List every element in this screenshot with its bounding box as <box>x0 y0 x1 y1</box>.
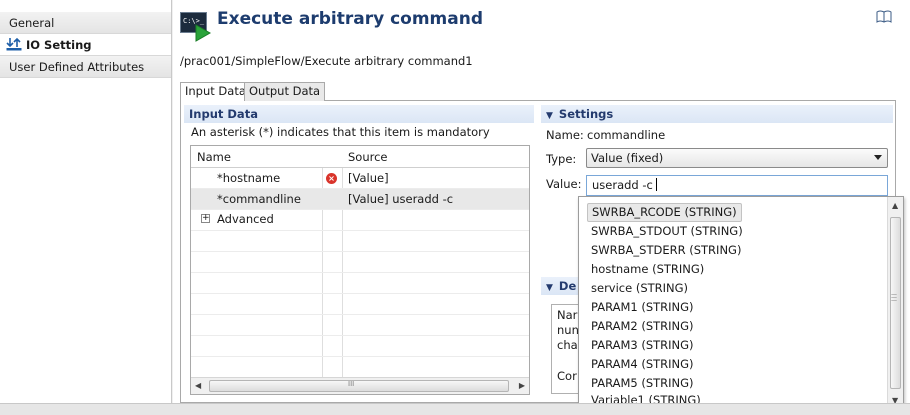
description-header[interactable]: ▼ De <box>541 277 581 295</box>
row-divider <box>191 293 529 294</box>
tab-bar: Input Data Output Data <box>180 82 896 102</box>
collapse-triangle-icon[interactable]: ▼ <box>546 283 553 293</box>
autocomplete-option[interactable]: SWRBA_STDOUT (STRING) <box>587 222 747 241</box>
io-setting-icon <box>6 36 22 51</box>
type-select[interactable]: Value (fixed) <box>586 148 888 168</box>
row-divider <box>191 314 529 315</box>
autocomplete-option[interactable]: PARAM4 (STRING) <box>587 355 698 374</box>
nav-item-label: General <box>9 16 55 30</box>
description-box: Nar nun cha Cor <box>551 304 581 394</box>
page-title: Execute arbitrary command <box>217 9 484 29</box>
autocomplete-option[interactable]: SWRBA_STDERR (STRING) <box>587 241 745 260</box>
row-name: *commandline <box>217 192 301 206</box>
tab-output-data[interactable]: Output Data <box>244 82 326 101</box>
command-prompt-icon: C:\>_ <box>180 12 212 42</box>
left-nav: General IO Setting User Defined Attribut… <box>0 0 172 403</box>
collapse-triangle-icon[interactable]: ▼ <box>546 111 553 121</box>
autocomplete-option[interactable]: PARAM2 (STRING) <box>587 317 698 336</box>
scroll-left-icon[interactable]: ◀ <box>195 381 201 390</box>
type-select-value: Value (fixed) <box>591 151 664 165</box>
nav-item-io-setting[interactable]: IO Setting <box>0 34 171 56</box>
help-book-icon[interactable] <box>876 10 892 23</box>
description-line: Nar <box>557 308 578 322</box>
description-title: De <box>558 279 577 293</box>
nav-item-general[interactable]: General <box>0 12 171 34</box>
autocomplete-option[interactable]: service (STRING) <box>587 279 692 298</box>
value-input[interactable]: useradd -c <box>586 175 888 196</box>
description-line: nun <box>557 323 579 337</box>
name-value: commandline <box>587 128 666 142</box>
row-divider <box>191 356 529 357</box>
error-icon: × <box>326 173 337 184</box>
row-divider <box>191 230 529 231</box>
scroll-grip: III <box>348 380 355 388</box>
input-data-header: Input Data <box>184 105 534 123</box>
type-label: Type: <box>546 152 577 166</box>
row-divider <box>191 335 529 336</box>
input-data-title: Input Data <box>189 107 258 121</box>
tab-input-data[interactable]: Input Data <box>180 82 251 102</box>
row-divider <box>191 251 529 252</box>
autocomplete-option[interactable]: PARAM1 (STRING) <box>587 298 698 317</box>
settings-title: Settings <box>558 107 614 121</box>
mandatory-note: An asterisk (*) indicates that this item… <box>191 125 490 139</box>
autocomplete-popup[interactable]: SWRBA_RCODE (STRING) SWRBA_STDOUT (STRIN… <box>578 196 904 410</box>
scroll-up-icon[interactable]: ▲ <box>892 201 898 210</box>
row-divider <box>191 272 529 273</box>
row-name: Advanced <box>217 212 274 226</box>
column-header-name[interactable]: Name <box>197 147 231 167</box>
chevron-down-icon <box>874 155 882 160</box>
status-bar <box>0 403 910 415</box>
description-line: cha <box>557 338 578 352</box>
value-input-text: useradd -c <box>592 178 653 192</box>
horizontal-scrollbar[interactable]: ◀ III ▶ <box>191 377 529 394</box>
nav-item-label: User Defined Attributes <box>9 60 145 74</box>
column-header-source[interactable]: Source <box>348 147 388 167</box>
input-data-table: Name Source *hostname × [Value] *command… <box>190 145 530 395</box>
autocomplete-option[interactable]: SWRBA_RCODE (STRING) <box>587 203 742 222</box>
expand-plus-icon[interactable]: + <box>201 214 210 223</box>
text-cursor <box>655 178 657 191</box>
scroll-right-icon[interactable]: ▶ <box>519 381 525 390</box>
row-source: [Value] useradd -c <box>348 192 454 206</box>
nav-item-label: IO Setting <box>26 38 92 52</box>
autocomplete-option[interactable]: PARAM3 (STRING) <box>587 336 698 355</box>
flow-path: /prac001/SimpleFlow/Execute arbitrary co… <box>180 54 473 68</box>
scroll-thumb[interactable] <box>209 380 509 392</box>
table-header: Name Source <box>191 146 529 168</box>
autocomplete-option[interactable]: hostname (STRING) <box>587 260 708 279</box>
value-label: Value: <box>546 177 582 191</box>
row-source: [Value] <box>348 171 389 185</box>
scroll-grip-icon: — — — <box>891 291 897 304</box>
name-label: Name: <box>546 128 584 142</box>
vertical-scrollbar[interactable]: ▲ — — — ▼ <box>887 197 903 409</box>
row-name: *hostname <box>217 171 281 185</box>
settings-header[interactable]: ▼ Settings <box>541 105 893 123</box>
icon-text: C:\>_ <box>183 17 205 25</box>
description-line: Cor <box>557 369 577 383</box>
nav-item-user-defined-attributes[interactable]: User Defined Attributes <box>0 56 171 78</box>
